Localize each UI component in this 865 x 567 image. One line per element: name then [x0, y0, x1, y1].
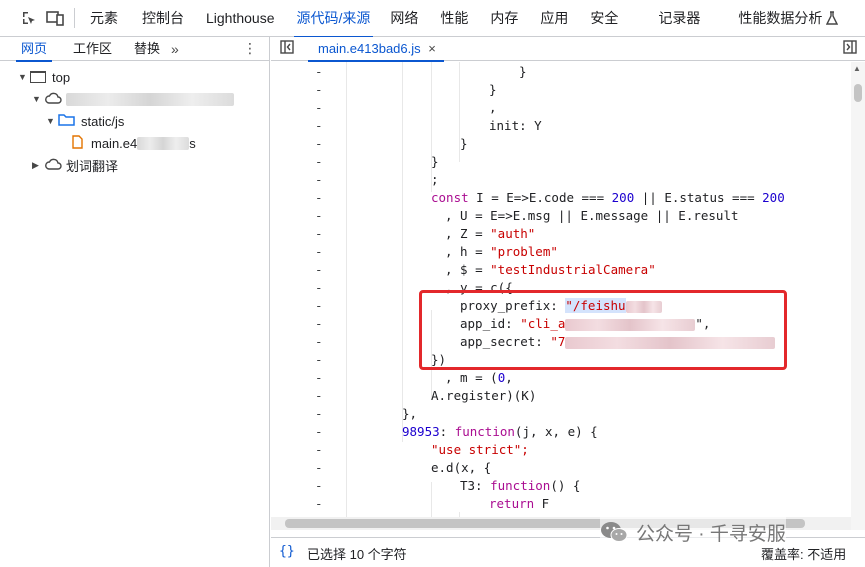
editor-tabs: main.e413bad6.js × [271, 37, 865, 62]
expand-arrow-icon: ▼ [46, 116, 55, 126]
code-content[interactable]: -} -} -, - init: Y -} -} -; - const I = E=… [271, 62, 851, 530]
redacted-filename [137, 136, 190, 150]
tab-console[interactable]: 控制台 [133, 0, 193, 37]
code-line: -}, [315, 406, 418, 421]
navigator-tabs: 网页 工作区 替换 » ⋮ [0, 37, 269, 62]
toggle-navigator-icon[interactable] [280, 40, 294, 57]
pretty-print-icon[interactable]: {} [279, 544, 295, 559]
code-line: -98953: function(j, x, e) { [315, 424, 598, 439]
scroll-up-icon[interactable]: ▲ [853, 64, 861, 73]
tab-lighthouse[interactable]: Lighthouse [197, 0, 284, 37]
code-line: -} [315, 136, 468, 151]
code-editor: main.e413bad6.js × -} -} -, - init: Y -} … [271, 37, 865, 567]
flask-icon[interactable] [824, 5, 840, 31]
code-line: -, Z = "auth" [315, 226, 536, 241]
code-line: -, h = "problem" [315, 244, 558, 259]
tree-label-extension: 划词翻译 [66, 158, 119, 174]
tab-recorder[interactable]: 记录器 [649, 0, 709, 37]
folder-icon [58, 113, 75, 129]
expand-arrow-icon: ▼ [32, 94, 41, 104]
tree-label-file-suffix: s [189, 135, 196, 151]
tab-page[interactable]: 网页 [12, 37, 56, 62]
tree-label-folder: static/js [81, 113, 125, 129]
device-toggle-icon[interactable] [42, 5, 68, 31]
more-tabs-icon[interactable]: » [171, 41, 179, 57]
toolbar-divider [74, 8, 75, 28]
tree-label-top: top [52, 69, 71, 85]
tab-elements[interactable]: 元素 [81, 0, 127, 37]
tab-overrides[interactable]: 替换 [125, 37, 169, 61]
inspect-icon[interactable] [16, 5, 42, 31]
code-line: - const I = E=>E.code === 200 || E.status… [315, 190, 785, 205]
file-tab-label: main.e413bad6.js [318, 40, 421, 56]
tree-item-extension[interactable]: ▶ 划词翻译 [32, 154, 118, 176]
frame-icon [30, 71, 46, 83]
code-line: - A.register)(K) [315, 388, 537, 403]
code-line: - "use strict"; [315, 442, 529, 457]
code-line: - return F [315, 496, 550, 511]
tree-item-domain[interactable]: ▼ [32, 88, 234, 110]
tab-workspace[interactable]: 工作区 [64, 37, 121, 61]
code-line: - init: Y [315, 118, 542, 133]
code-line: - T3: function() { [315, 478, 581, 493]
scrollbar-thumb[interactable] [854, 84, 862, 102]
watermark-text: 公众号 · 千寻安服 [636, 523, 786, 545]
highlight-box [419, 290, 787, 370]
toggle-debugger-icon[interactable] [843, 40, 857, 57]
code-line: -; [315, 172, 439, 187]
code-line: - e.d(x, { [315, 460, 492, 475]
code-line: -} [315, 82, 497, 97]
kebab-menu-icon[interactable]: ⋮ [243, 40, 257, 57]
tree-label-file: main.e4 [91, 135, 138, 151]
tab-sources[interactable]: 源代码/来源 [288, 0, 380, 38]
cloud-icon [44, 158, 62, 173]
tab-security[interactable]: 安全 [581, 0, 627, 37]
tab-network[interactable]: 网络 [381, 0, 427, 37]
tab-performance[interactable]: 性能 [431, 0, 477, 37]
selection-info: 已选择 10 个字符 [307, 547, 407, 562]
vertical-scrollbar[interactable]: ▲ [851, 62, 865, 530]
tree-item-file[interactable]: main.e4 s [72, 132, 196, 154]
devtools-toolbar: 元素 控制台 Lighthouse 源代码/来源 网络 性能 内存 应用 安全 … [0, 0, 865, 38]
code-line: -, m = (0, [315, 370, 513, 385]
cloud-icon [44, 92, 62, 107]
collapse-arrow-icon: ▶ [32, 159, 39, 170]
code-line: -} [315, 64, 527, 79]
tree-item-folder[interactable]: ▼ static/js [46, 110, 124, 132]
tab-performance-insights[interactable]: 性能数据分析 [729, 0, 824, 37]
wechat-logo-icon [600, 521, 628, 543]
code-line: -, $ = "testIndustrialCamera" [315, 262, 656, 277]
file-tab[interactable]: main.e413bad6.js × [308, 37, 444, 62]
code-line: -} [315, 154, 439, 169]
expand-arrow-icon: ▼ [18, 72, 27, 82]
navigator-sidebar: 网页 工作区 替换 » ⋮ ▼ top ▼ ▼ static/js main.e… [0, 37, 270, 567]
tab-application[interactable]: 应用 [531, 0, 577, 37]
code-line: -, U = E=>E.msg || E.message || E.result [315, 208, 739, 223]
code-line: -, [315, 100, 497, 115]
redacted-domain [66, 92, 234, 106]
tab-memory[interactable]: 内存 [481, 0, 527, 37]
file-icon [72, 134, 83, 152]
tree-item-top[interactable]: ▼ top [18, 66, 70, 88]
close-icon[interactable]: × [428, 41, 436, 56]
watermark: 公众号 · 千寻安服 [600, 517, 786, 547]
